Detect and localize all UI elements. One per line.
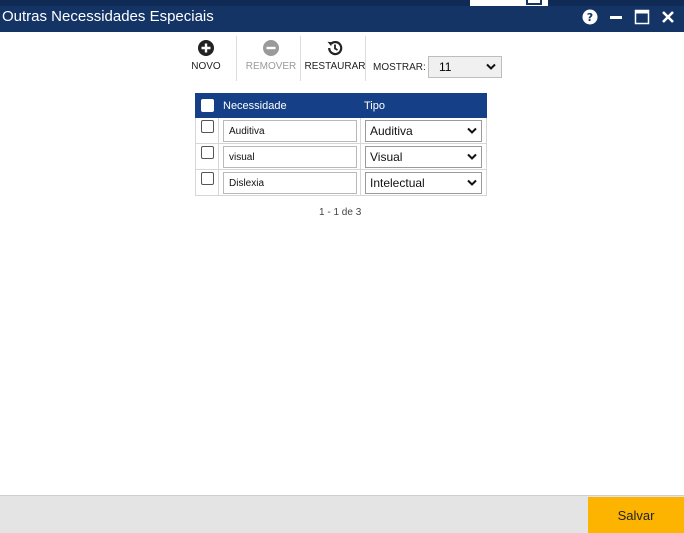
plus-circle-icon — [198, 40, 214, 56]
page-size-select[interactable]: 11 — [428, 56, 502, 78]
tipo-select[interactable]: Auditiva — [365, 120, 482, 142]
toolbar-divider — [300, 36, 301, 81]
window-controls: ? — [582, 9, 676, 25]
table-row: visual Visual — [195, 144, 487, 170]
necessidade-input[interactable]: Auditiva — [223, 120, 357, 142]
select-all-checkbox[interactable] — [201, 99, 214, 112]
minimize-icon[interactable] — [608, 9, 624, 25]
row-checkbox[interactable] — [201, 146, 214, 159]
tipo-value: Auditiva — [370, 124, 413, 138]
table-row: Auditiva Auditiva — [195, 118, 487, 144]
page-size-value: 11 — [439, 60, 452, 74]
footer-bar — [0, 496, 684, 533]
toolbar-divider — [236, 36, 237, 81]
needs-grid: Necessidade Tipo Auditiva Auditiva visua… — [195, 93, 487, 196]
pager-status: 1 - 1 de 3 — [319, 207, 362, 218]
column-header-tipo[interactable]: Tipo — [364, 100, 385, 112]
background-app-icon — [526, 0, 542, 5]
toolbar-divider — [365, 36, 366, 81]
chevron-down-icon — [467, 153, 477, 160]
background-app-strip — [0, 0, 684, 6]
window-title-bar: Outras Necessidades Especiais ? — [0, 0, 684, 32]
novo-label: NOVO — [191, 61, 221, 72]
mostrar-label: MOSTRAR: — [373, 62, 426, 73]
svg-text:?: ? — [587, 11, 593, 24]
grid-header: Necessidade Tipo — [195, 93, 487, 118]
remover-label: REMOVER — [245, 61, 297, 72]
row-checkbox[interactable] — [201, 120, 214, 133]
save-button[interactable]: Salvar — [588, 497, 684, 533]
window-title: Outras Necessidades Especiais — [2, 8, 214, 25]
row-checkbox[interactable] — [201, 172, 214, 185]
chevron-down-icon — [467, 179, 477, 186]
chevron-down-icon — [486, 63, 496, 70]
tipo-select[interactable]: Intelectual — [365, 172, 482, 194]
novo-button[interactable]: NOVO — [191, 36, 221, 82]
necessidade-input[interactable]: Dislexia — [223, 172, 357, 194]
column-header-necessidade[interactable]: Necessidade — [223, 100, 287, 112]
help-icon[interactable]: ? — [582, 9, 598, 25]
remover-button[interactable]: REMOVER — [244, 36, 298, 82]
tipo-value: Intelectual — [370, 176, 425, 190]
necessidade-input[interactable]: visual — [223, 146, 357, 168]
close-icon[interactable] — [660, 9, 676, 25]
tipo-select[interactable]: Visual — [365, 146, 482, 168]
restaurar-label: RESTAURAR — [304, 61, 366, 72]
table-row: Dislexia Intelectual — [195, 170, 487, 196]
maximize-icon[interactable] — [634, 9, 650, 25]
restaurar-button[interactable]: RESTAURAR — [305, 36, 365, 82]
tipo-value: Visual — [370, 150, 403, 164]
history-restore-icon — [327, 41, 343, 56]
chevron-down-icon — [467, 127, 477, 134]
minus-circle-icon — [263, 40, 279, 56]
